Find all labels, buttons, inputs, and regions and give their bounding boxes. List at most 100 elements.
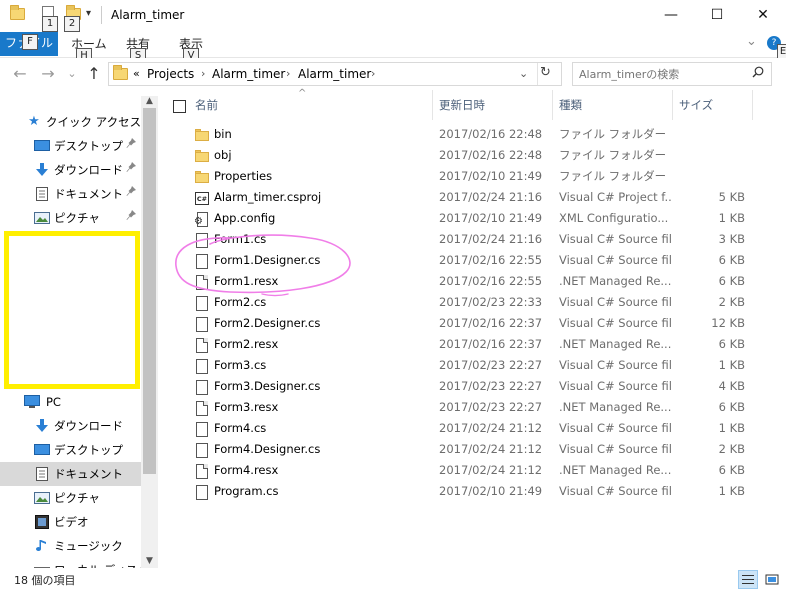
file-modified-date: 2017/02/24 21:12 <box>439 421 543 435</box>
config-file-icon: ⚙ <box>194 211 210 227</box>
file-row[interactable]: bin 2017/02/16 22:48 ファイル フォルダー <box>160 124 786 145</box>
file-type: .NET Managed Re... <box>559 274 671 288</box>
file-modified-date: 2017/02/24 21:12 <box>439 463 543 477</box>
nav-label: クイック アクセス <box>46 115 141 129</box>
file-row[interactable]: ⚙ App.config 2017/02/10 21:49 XML Configura… <box>160 208 786 229</box>
nav-pc-downloads[interactable]: ダウンロード <box>0 414 141 438</box>
file-row[interactable]: Form3.resx 2017/02/23 22:27 .NET Managed R… <box>160 397 786 418</box>
nav-pc-music[interactable]: ミュージック <box>0 534 141 558</box>
desktop-icon <box>34 443 50 457</box>
back-button[interactable]: ← <box>10 64 30 83</box>
scroll-up-arrow-icon[interactable]: ▲ <box>141 96 158 106</box>
file-row[interactable]: C# Alarm_timer.csproj 2017/02/24 21:16 Visu… <box>160 187 786 208</box>
nav-quick-downloads[interactable]: ダウンロード <box>0 158 141 182</box>
nav-scrollbar-thumb[interactable] <box>143 108 156 474</box>
file-name: Form1.cs <box>214 232 267 246</box>
file-modified-date: 2017/02/16 22:55 <box>439 253 543 267</box>
file-row[interactable]: Form4.Designer.cs 2017/02/24 21:12 Visual … <box>160 439 786 460</box>
file-row[interactable]: obj 2017/02/16 22:48 ファイル フォルダー <box>160 145 786 166</box>
file-name: Form4.resx <box>214 463 279 477</box>
search-input[interactable] <box>579 64 749 84</box>
nav-pc-local-disk[interactable]: ローカル ディスク (C <box>0 558 141 568</box>
column-header-modified[interactable]: 更新日時 <box>433 90 553 120</box>
nav-pc-pictures[interactable]: ピクチャ <box>0 486 141 510</box>
file-row[interactable]: Form3.cs 2017/02/23 22:27 Visual C# Source… <box>160 355 786 376</box>
breadcrumb-separator[interactable]: › <box>201 67 205 80</box>
address-bar-row: ← → ⌄ ↑ « Projects › Alarm_timer › Alarm… <box>0 58 786 90</box>
pin-icon[interactable] <box>126 134 136 158</box>
file-row[interactable]: Form1.Designer.cs 2017/02/16 22:55 Visual … <box>160 250 786 271</box>
scroll-down-arrow-icon[interactable]: ▼ <box>141 556 158 566</box>
breadcrumb-separator[interactable]: › <box>371 67 375 80</box>
nav-label: PC <box>46 395 61 409</box>
nav-pc-documents[interactable]: ドキュメント <box>0 462 141 486</box>
close-button[interactable]: ✕ <box>740 0 786 32</box>
up-button[interactable]: ↑ <box>84 64 104 83</box>
file-row[interactable]: Form2.cs 2017/02/23 22:33 Visual C# Source… <box>160 292 786 313</box>
csharp-file-icon <box>194 442 210 458</box>
breadcrumb-alarm-timer-current[interactable]: Alarm_timer <box>298 67 371 81</box>
keytip-new-folder: 2 <box>64 16 80 32</box>
file-row[interactable]: Form2.Designer.cs 2017/02/16 22:37 Visual … <box>160 313 786 334</box>
file-name: App.config <box>214 211 276 225</box>
maximize-button[interactable]: ☐ <box>694 0 740 32</box>
select-all-checkbox[interactable] <box>173 100 186 113</box>
file-row[interactable]: Program.cs 2017/02/10 21:49 Visual C# Sour… <box>160 481 786 502</box>
search-box[interactable] <box>572 62 772 86</box>
file-name: bin <box>214 127 232 141</box>
nav-scrollbar[interactable]: ▲ ▼ <box>141 96 158 568</box>
nav-quick-pictures[interactable]: ピクチャ <box>0 206 141 230</box>
pin-icon[interactable] <box>126 206 136 230</box>
file-type: ファイル フォルダー <box>559 148 667 162</box>
nav-pc[interactable]: PC <box>0 390 141 414</box>
file-modified-date: 2017/02/16 22:48 <box>439 148 543 162</box>
file-modified-date: 2017/02/16 22:37 <box>439 337 543 351</box>
breadcrumb-projects[interactable]: Projects <box>147 67 194 81</box>
search-icon[interactable] <box>752 66 764 82</box>
refresh-icon[interactable]: ↻ <box>540 65 551 80</box>
nav-label: ローカル ディスク (C <box>54 558 141 568</box>
file-row[interactable]: Form4.resx 2017/02/24 21:12 .NET Managed R… <box>160 460 786 481</box>
nav-quick-desktop[interactable]: デスクトップ <box>0 134 141 158</box>
file-name: Form1.resx <box>214 274 279 288</box>
details-view-button[interactable] <box>738 570 758 589</box>
column-header-type[interactable]: 種類 <box>553 90 673 120</box>
file-row[interactable]: Form1.cs 2017/02/24 21:16 Visual C# Source… <box>160 229 786 250</box>
nav-label: ピクチャ <box>54 211 100 225</box>
nav-quick-documents[interactable]: ドキュメント <box>0 182 141 206</box>
column-header-name[interactable]: 名前 <box>189 90 433 120</box>
nav-quick-access[interactable]: ★ クイック アクセス <box>0 110 141 134</box>
expand-ribbon-icon[interactable]: ⌄ <box>746 34 757 49</box>
breadcrumb-overflow[interactable]: « <box>133 67 140 80</box>
file-modified-date: 2017/02/23 22:33 <box>439 295 543 309</box>
pin-icon[interactable] <box>126 182 136 206</box>
file-size: 6 KB <box>718 253 745 267</box>
file-type: Visual C# Source file <box>559 379 671 393</box>
minimize-button[interactable]: — <box>648 0 694 32</box>
file-row[interactable]: Form3.Designer.cs 2017/02/23 22:27 Visual … <box>160 376 786 397</box>
breadcrumb-separator[interactable]: › <box>286 67 290 80</box>
picture-icon <box>34 211 50 225</box>
nav-pc-desktop[interactable]: デスクトップ <box>0 438 141 462</box>
column-header-size[interactable]: サイズ <box>673 90 753 120</box>
large-icons-view-button[interactable] <box>762 570 782 589</box>
nav-label: デスクトップ <box>54 139 123 153</box>
pin-icon[interactable] <box>126 158 136 182</box>
nav-pc-videos[interactable]: ビデオ <box>0 510 141 534</box>
file-row[interactable]: Form2.resx 2017/02/16 22:37 .NET Managed R… <box>160 334 786 355</box>
file-row[interactable]: Form4.cs 2017/02/24 21:12 Visual C# Source… <box>160 418 786 439</box>
address-box[interactable]: « Projects › Alarm_timer › Alarm_timer ›… <box>108 62 562 86</box>
resx-file-icon <box>194 400 210 416</box>
desktop-icon <box>34 139 50 153</box>
breadcrumb-alarm-timer[interactable]: Alarm_timer <box>212 67 285 81</box>
file-row[interactable]: Form1.resx 2017/02/16 22:55 .NET Managed R… <box>160 271 786 292</box>
file-modified-date: 2017/02/10 21:49 <box>439 211 543 225</box>
recent-locations-button[interactable]: ⌄ <box>62 67 82 80</box>
address-dropdown-icon[interactable]: ⌄ <box>519 67 528 80</box>
file-name: Properties <box>214 169 273 183</box>
file-size: 2 KB <box>718 295 745 309</box>
file-row[interactable]: Properties 2017/02/10 21:49 ファイル フォルダー <box>160 166 786 187</box>
forward-button[interactable]: → <box>38 64 58 83</box>
file-type: Visual C# Project f... <box>559 190 671 204</box>
customize-toolbar-icon[interactable]: ▾ <box>86 8 91 19</box>
